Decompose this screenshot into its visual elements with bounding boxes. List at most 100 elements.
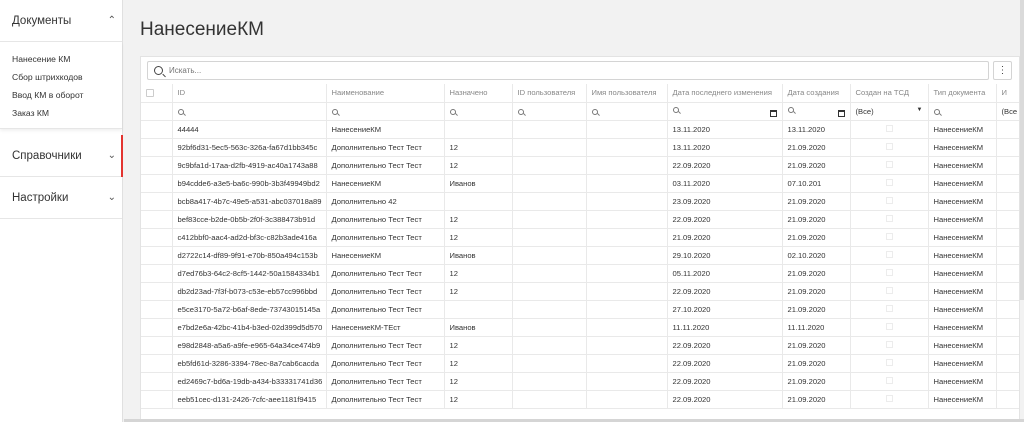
chevron-up-icon: ⌃ bbox=[107, 15, 116, 26]
filter-cell[interactable] bbox=[444, 102, 513, 121]
filter-cell[interactable] bbox=[928, 102, 997, 121]
table-row[interactable]: bef83cce-b2de-0b5b-2f0f-3c388473b91d Допо… bbox=[141, 210, 1019, 229]
filter-search-icon bbox=[517, 108, 524, 115]
row-select-cell[interactable] bbox=[141, 210, 173, 229]
calendar-icon[interactable] bbox=[837, 110, 845, 117]
table-row[interactable]: eeb51cec-d131-2426-7cfc-aee1181f9415 Допо… bbox=[141, 390, 1019, 409]
column-header[interactable]: И bbox=[996, 84, 1019, 103]
row-select-cell[interactable] bbox=[141, 372, 173, 391]
table-cell: 12 bbox=[444, 282, 513, 301]
table-cell: 21.09.2020 bbox=[782, 354, 851, 373]
table-cell bbox=[512, 264, 587, 283]
column-header[interactable]: Дата последнего изменения bbox=[667, 84, 783, 103]
tsd-checkbox-cell bbox=[850, 120, 929, 139]
table-row[interactable]: d7ed76b3-64c2-8cf5-1442-50a1584334b1 Допо… bbox=[141, 264, 1019, 283]
column-header[interactable]: ID bbox=[172, 84, 327, 103]
column-header[interactable]: ID пользователя bbox=[512, 84, 587, 103]
row-select-cell[interactable] bbox=[141, 264, 173, 283]
table-row[interactable]: ed2469c7-bd6a-19db-a434-b33331741d36 Допо… bbox=[141, 372, 1019, 391]
search-box[interactable] bbox=[147, 61, 989, 80]
row-select-cell[interactable] bbox=[141, 318, 173, 337]
table-cell: 29.10.2020 bbox=[667, 246, 783, 265]
column-header[interactable]: Создан на ТСД bbox=[850, 84, 929, 103]
table-cell bbox=[512, 192, 587, 211]
row-select-cell[interactable] bbox=[141, 354, 173, 373]
table-cell bbox=[586, 120, 668, 139]
table-cell bbox=[996, 246, 1019, 265]
filter-select[interactable]: (Все bbox=[996, 102, 1019, 121]
table-cell: 21.09.2020 bbox=[782, 390, 851, 409]
filter-cell[interactable] bbox=[172, 102, 327, 121]
sidebar-item-sbor-shtrihkodov[interactable]: Сбор штрихкодов bbox=[0, 68, 122, 86]
row-select-cell[interactable] bbox=[141, 336, 173, 355]
table-cell bbox=[996, 390, 1019, 409]
tsd-checkbox bbox=[885, 304, 893, 312]
column-header[interactable]: Назначено bbox=[444, 84, 513, 103]
table-cell: 21.09.2020 bbox=[782, 156, 851, 175]
filter-cell[interactable] bbox=[512, 102, 587, 121]
table-cell: 44444 bbox=[172, 120, 327, 139]
table-row[interactable]: db2d23ad-7f3f-b073-c53e-eb57cc996bbd Допо… bbox=[141, 282, 1019, 301]
select-all-checkbox[interactable] bbox=[146, 89, 154, 98]
filter-cell[interactable] bbox=[586, 102, 668, 121]
filter-search-icon bbox=[177, 108, 184, 115]
table-row[interactable]: 44444 НанесениеКМ 13.11.2020 13.11.2020 Нане… bbox=[141, 120, 1019, 139]
row-select-cell[interactable] bbox=[141, 300, 173, 319]
row-select-cell[interactable] bbox=[141, 138, 173, 157]
column-header[interactable]: Тип документа bbox=[928, 84, 997, 103]
table-cell: Иванов bbox=[444, 174, 513, 193]
sidebar-section-documents[interactable]: Документы ⌃ bbox=[0, 0, 122, 42]
table-cell: Дополнительно Тест Тест bbox=[326, 372, 445, 391]
calendar-icon[interactable] bbox=[769, 110, 777, 117]
row-select-cell[interactable] bbox=[141, 120, 173, 139]
more-options-button[interactable]: ⋮ bbox=[993, 61, 1012, 80]
table-row[interactable]: e7bd2e6a-42bc-41b4-b3ed-02d399d5d570 Нане… bbox=[141, 318, 1019, 337]
row-select-cell[interactable] bbox=[141, 156, 173, 175]
row-select-cell[interactable] bbox=[141, 174, 173, 193]
table-cell bbox=[996, 354, 1019, 373]
filter-cell[interactable] bbox=[326, 102, 445, 121]
column-header[interactable]: Имя пользователя bbox=[586, 84, 668, 103]
vertical-scrollbar[interactable] bbox=[1020, 0, 1024, 422]
sidebar-item-nanesenie-km[interactable]: Нанесение КМ bbox=[0, 50, 122, 68]
table-row[interactable]: e5ce3170-5a72-b6af-8ede-73743015145a Допо… bbox=[141, 300, 1019, 319]
row-select-cell[interactable] bbox=[141, 192, 173, 211]
table-cell bbox=[512, 138, 587, 157]
column-header[interactable]: Дата создания bbox=[782, 84, 851, 103]
filter-cell[interactable] bbox=[667, 102, 783, 121]
table-cell: 92bf6d31-5ec5-563c-326a-fa67d1bb345c bbox=[172, 138, 327, 157]
row-select-cell[interactable] bbox=[141, 246, 173, 265]
filter-select[interactable]: (Все) ▼ bbox=[850, 102, 929, 121]
table-row[interactable]: 92bf6d31-5ec5-563c-326a-fa67d1bb345c Допо… bbox=[141, 138, 1019, 157]
page-title: НанесениеКМ bbox=[140, 19, 264, 40]
sidebar-item-vvod-km[interactable]: Ввод КМ в оборот bbox=[0, 86, 122, 104]
table-row[interactable]: eb5fd61d-3286-3394-78ec-8a7cab6cacda Допо… bbox=[141, 354, 1019, 373]
row-select-cell[interactable] bbox=[141, 282, 173, 301]
row-select-cell[interactable] bbox=[141, 390, 173, 409]
scrollbar-thumb[interactable] bbox=[1020, 0, 1024, 300]
sidebar-item-zakaz-km[interactable]: Заказ КМ bbox=[0, 104, 122, 122]
sidebar-section-settings[interactable]: Настройки ⌄ bbox=[0, 177, 122, 219]
table-cell: 22.09.2020 bbox=[667, 210, 783, 229]
table-cell: НанесениеКМ bbox=[326, 246, 445, 265]
column-header[interactable]: Наименование bbox=[326, 84, 445, 103]
table-cell: 12 bbox=[444, 354, 513, 373]
table-cell bbox=[996, 138, 1019, 157]
table-row[interactable]: e98d2848-a5a6-a9fe-e965-64a34ce474b9 Допо… bbox=[141, 336, 1019, 355]
table-row[interactable]: bcb8a417-4b7c-49e5-a531-abc037018a89 Допо… bbox=[141, 192, 1019, 211]
row-select-cell[interactable] bbox=[141, 228, 173, 247]
sidebar-section-reference[interactable]: Справочники ⌄ bbox=[0, 135, 123, 177]
select-all-cell[interactable] bbox=[141, 84, 173, 103]
tsd-checkbox-cell bbox=[850, 282, 929, 301]
tsd-checkbox-cell bbox=[850, 174, 929, 193]
table-cell bbox=[512, 282, 587, 301]
table-cell: НанесениеКМ bbox=[928, 246, 997, 265]
table-row[interactable]: d2722c14-df89-9f91-e70b-850a494c153b Нане… bbox=[141, 246, 1019, 265]
filter-cell[interactable] bbox=[782, 102, 851, 121]
table-cell: 21.09.2020 bbox=[782, 192, 851, 211]
table-header-row: ID Наименование Назначено ID пользовател… bbox=[141, 84, 1019, 103]
table-row[interactable]: b94cdde6-a3e5-ba6c-990b-3b3f49949bd2 Нане… bbox=[141, 174, 1019, 193]
table-row[interactable]: c412bbf0-aac4-ad2d-bf3c-c82b3ade416a Допо… bbox=[141, 228, 1019, 247]
search-input[interactable] bbox=[169, 66, 949, 75]
table-row[interactable]: 9c9bfa1d-17aa-d2fb-4919-ac40a1743a88 Допо… bbox=[141, 156, 1019, 175]
